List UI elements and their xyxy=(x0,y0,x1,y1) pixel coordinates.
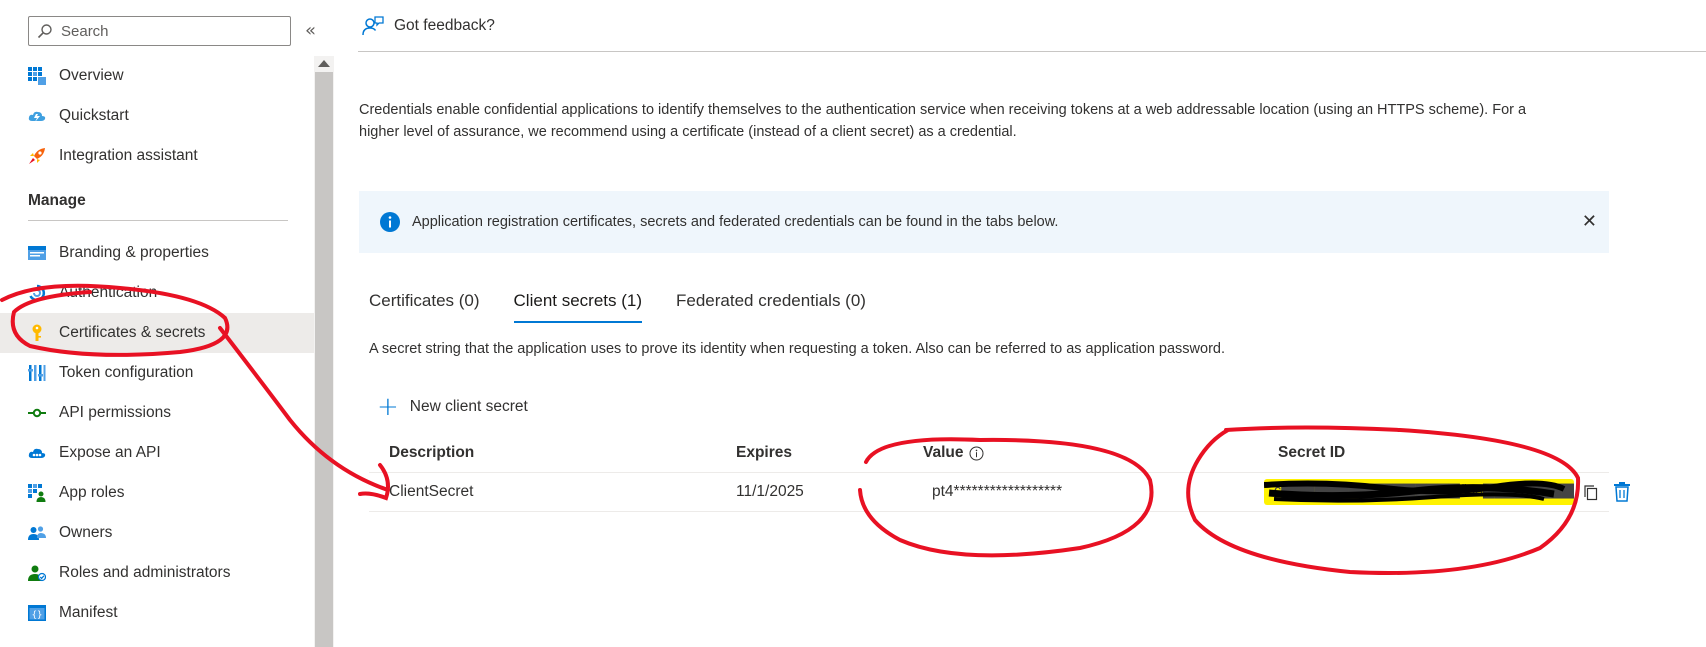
tab-description: A secret string that the application use… xyxy=(369,341,1225,357)
cell-expires: 11/1/2025 xyxy=(736,483,804,500)
tab-client-secrets[interactable]: Client secrets (1) xyxy=(513,289,643,323)
sidebar-item-token-configuration[interactable]: Token configuration xyxy=(0,353,314,393)
info-circle-icon[interactable] xyxy=(969,446,984,461)
sidebar: « Overview Quickstart xyxy=(0,0,334,647)
sidebar-item-label: Quickstart xyxy=(59,107,129,124)
sidebar-item-branding[interactable]: Branding & properties xyxy=(0,233,314,273)
svg-text:{}: {} xyxy=(32,611,43,621)
token-bars-icon xyxy=(28,364,46,382)
feedback-bar[interactable]: Got feedback? xyxy=(358,0,1706,52)
nav-list: Overview Quickstart Integration assistan… xyxy=(0,56,314,633)
authentication-icon xyxy=(28,284,46,302)
sidebar-item-label: Certificates & secrets xyxy=(59,324,206,341)
sidebar-item-authentication[interactable]: Authentication xyxy=(0,273,314,313)
sidebar-item-label: Roles and administrators xyxy=(59,564,231,581)
feedback-person-icon xyxy=(362,15,384,37)
divider xyxy=(28,220,288,221)
table-header: Description Expires Value Secret ID xyxy=(369,432,1609,473)
tab-certificates[interactable]: Certificates (0) xyxy=(369,289,480,323)
rocket-icon xyxy=(28,147,46,165)
search-box[interactable] xyxy=(28,16,291,46)
column-header-value[interactable]: Value xyxy=(923,444,984,462)
plus-icon: + xyxy=(377,392,399,422)
sidebar-item-manifest[interactable]: {} Manifest xyxy=(0,593,314,633)
cell-secret-id: c▇▇▇▇▇▇▇▇▇▇▇▇▇▇▇▇/l30▇▇▇▇▇▇▇▇▇▇▇▇▇▇▇▇▇9 xyxy=(1264,479,1574,505)
table-row[interactable]: ClientSecret 11/1/2025 pt4**************… xyxy=(369,473,1630,512)
people-icon xyxy=(28,524,46,542)
intro-text: Credentials enable confidential applicat… xyxy=(359,102,1527,140)
redaction-scribble xyxy=(1264,480,1566,503)
delete-icon[interactable] xyxy=(1614,482,1630,507)
api-arrow-icon xyxy=(28,404,46,422)
info-banner-text: Application registration certificates, s… xyxy=(412,214,1059,230)
sidebar-item-label: Manifest xyxy=(59,604,118,621)
sidebar-scrollbar-thumb[interactable] xyxy=(315,72,333,647)
tab-federated-credentials[interactable]: Federated credentials (0) xyxy=(676,289,866,323)
sidebar-item-label: Token configuration xyxy=(59,364,194,381)
cell-description: ClientSecret xyxy=(389,483,474,500)
manifest-icon: {} xyxy=(28,604,46,622)
sidebar-item-label: API permissions xyxy=(59,404,171,421)
sidebar-item-app-roles[interactable]: App roles xyxy=(0,473,314,513)
column-header-expires[interactable]: Expires xyxy=(736,444,792,462)
info-icon xyxy=(379,211,401,233)
close-icon[interactable]: ✕ xyxy=(1582,211,1597,232)
new-client-secret-label: New client secret xyxy=(409,398,528,415)
copy-icon[interactable] xyxy=(1584,485,1598,506)
sidebar-item-label: Integration assistant xyxy=(59,147,198,164)
sidebar-item-api-permissions[interactable]: API permissions xyxy=(0,393,314,433)
sidebar-item-label: Expose an API xyxy=(59,444,161,461)
branding-icon xyxy=(28,244,46,262)
feedback-link[interactable]: Got feedback? xyxy=(394,17,495,35)
value-header-label: Value xyxy=(923,444,964,461)
sidebar-item-label: Authentication xyxy=(59,284,158,301)
app-roles-icon xyxy=(28,484,46,502)
sidebar-item-roles-admins[interactable]: Roles and administrators xyxy=(0,553,314,593)
scroll-up-arrow-icon[interactable] xyxy=(318,60,330,67)
sidebar-item-label: Branding & properties xyxy=(59,244,209,261)
sidebar-item-overview[interactable]: Overview xyxy=(0,56,314,96)
cloud-api-icon xyxy=(28,444,46,462)
secrets-table: Description Expires Value Secret ID Clie… xyxy=(369,432,1630,512)
cloud-bolt-icon xyxy=(28,107,46,125)
sidebar-item-integration-assistant[interactable]: Integration assistant xyxy=(0,136,314,176)
sidebar-item-expose-api[interactable]: Expose an API xyxy=(0,433,314,473)
new-client-secret-button[interactable]: + New client secret xyxy=(377,392,528,422)
search-icon xyxy=(37,24,52,39)
tabs: Certificates (0) Client secrets (1) Fede… xyxy=(369,289,900,323)
sidebar-item-quickstart[interactable]: Quickstart xyxy=(0,96,314,136)
column-header-secret-id[interactable]: Secret ID xyxy=(1278,444,1345,462)
sidebar-item-label: Overview xyxy=(59,67,124,84)
key-icon xyxy=(28,324,46,342)
cell-value: pt4****************** xyxy=(932,483,1063,500)
manage-section-title: Manage xyxy=(28,192,86,209)
sidebar-item-certificates-secrets[interactable]: Certificates & secrets xyxy=(0,313,314,353)
search-input[interactable] xyxy=(59,21,279,41)
grid-icon xyxy=(28,67,46,85)
sidebar-item-label: App roles xyxy=(59,484,125,501)
column-header-description[interactable]: Description xyxy=(389,444,474,462)
main-content: Got feedback? Credentials enable confide… xyxy=(334,0,1706,647)
info-banner: Application registration certificates, s… xyxy=(359,191,1609,253)
sidebar-item-owners[interactable]: Owners xyxy=(0,513,314,553)
sidebar-item-label: Owners xyxy=(59,524,113,541)
user-check-icon xyxy=(28,564,46,582)
collapse-sidebar-icon[interactable]: « xyxy=(305,20,316,41)
